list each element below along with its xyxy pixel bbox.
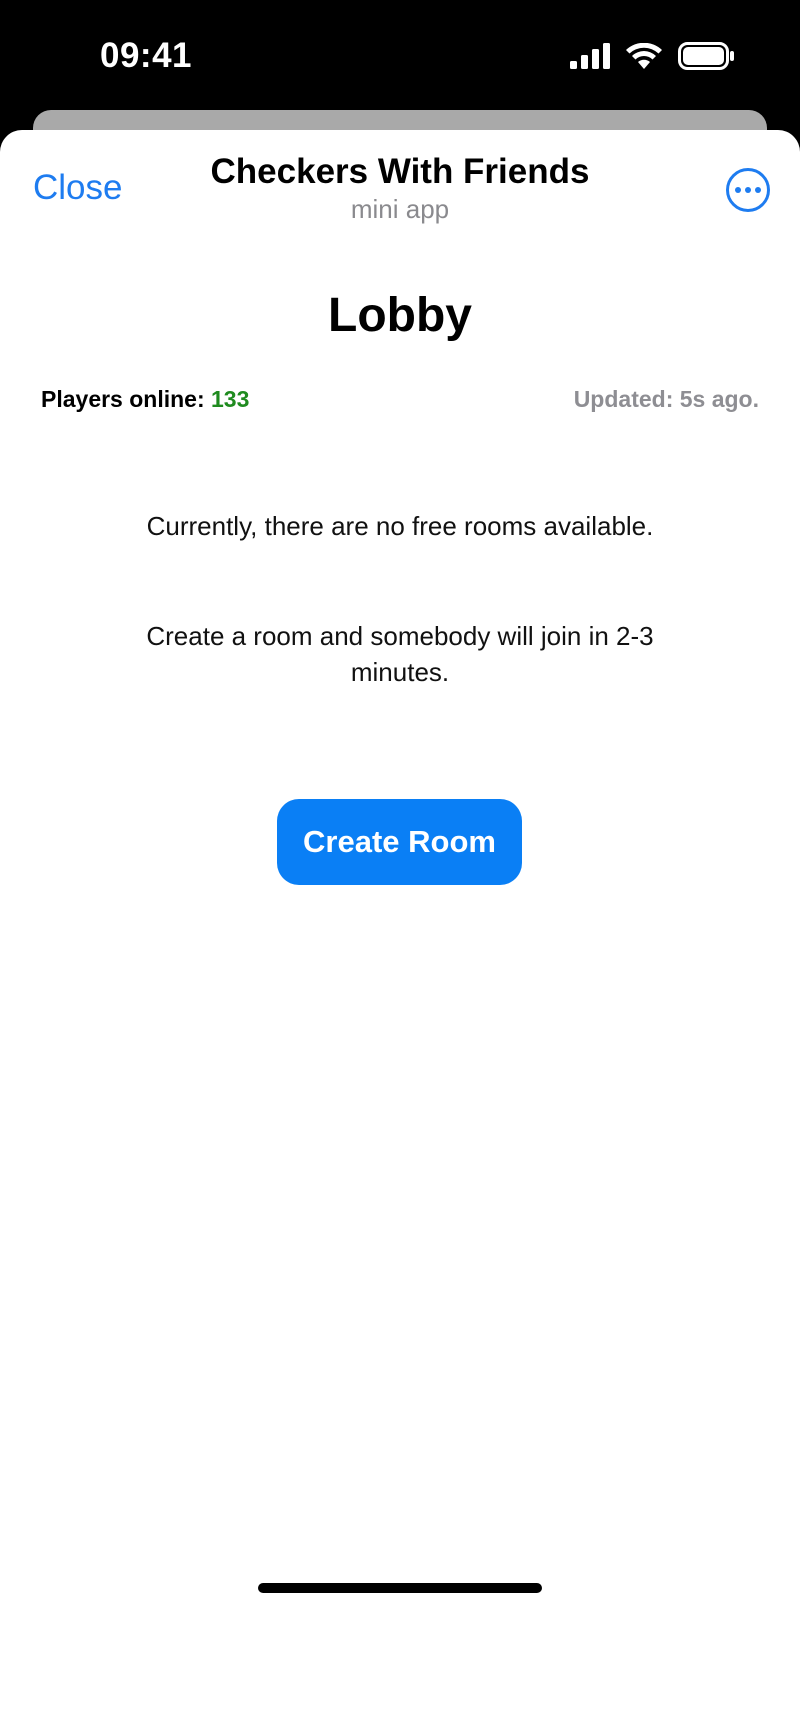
wifi-icon	[626, 43, 662, 69]
cellular-signal-icon	[570, 43, 610, 69]
status-icons	[570, 42, 734, 70]
updated-status: Updated: 5s ago.	[573, 386, 759, 412]
no-rooms-message: Currently, there are no free rooms avail…	[146, 511, 654, 541]
home-indicator	[258, 1583, 542, 1593]
players-online-label: Players online:	[41, 386, 205, 412]
more-options-button[interactable]	[726, 168, 770, 212]
status-time: 09:41	[100, 36, 193, 75]
mini-app-sheet: Close Checkers With Friends mini app Lob…	[0, 130, 800, 1734]
players-online: Players online: 133	[41, 386, 249, 413]
page-title: Lobby	[328, 289, 472, 342]
create-room-button[interactable]: Create Room	[277, 799, 522, 885]
status-bar: 09:41	[0, 0, 800, 110]
players-online-count: 133	[211, 386, 250, 412]
app-title: Checkers With Friends	[210, 152, 590, 191]
app-subtitle: mini app	[350, 194, 450, 224]
battery-icon	[678, 42, 734, 70]
create-room-hint: Create a room and somebody will join in …	[146, 621, 654, 687]
